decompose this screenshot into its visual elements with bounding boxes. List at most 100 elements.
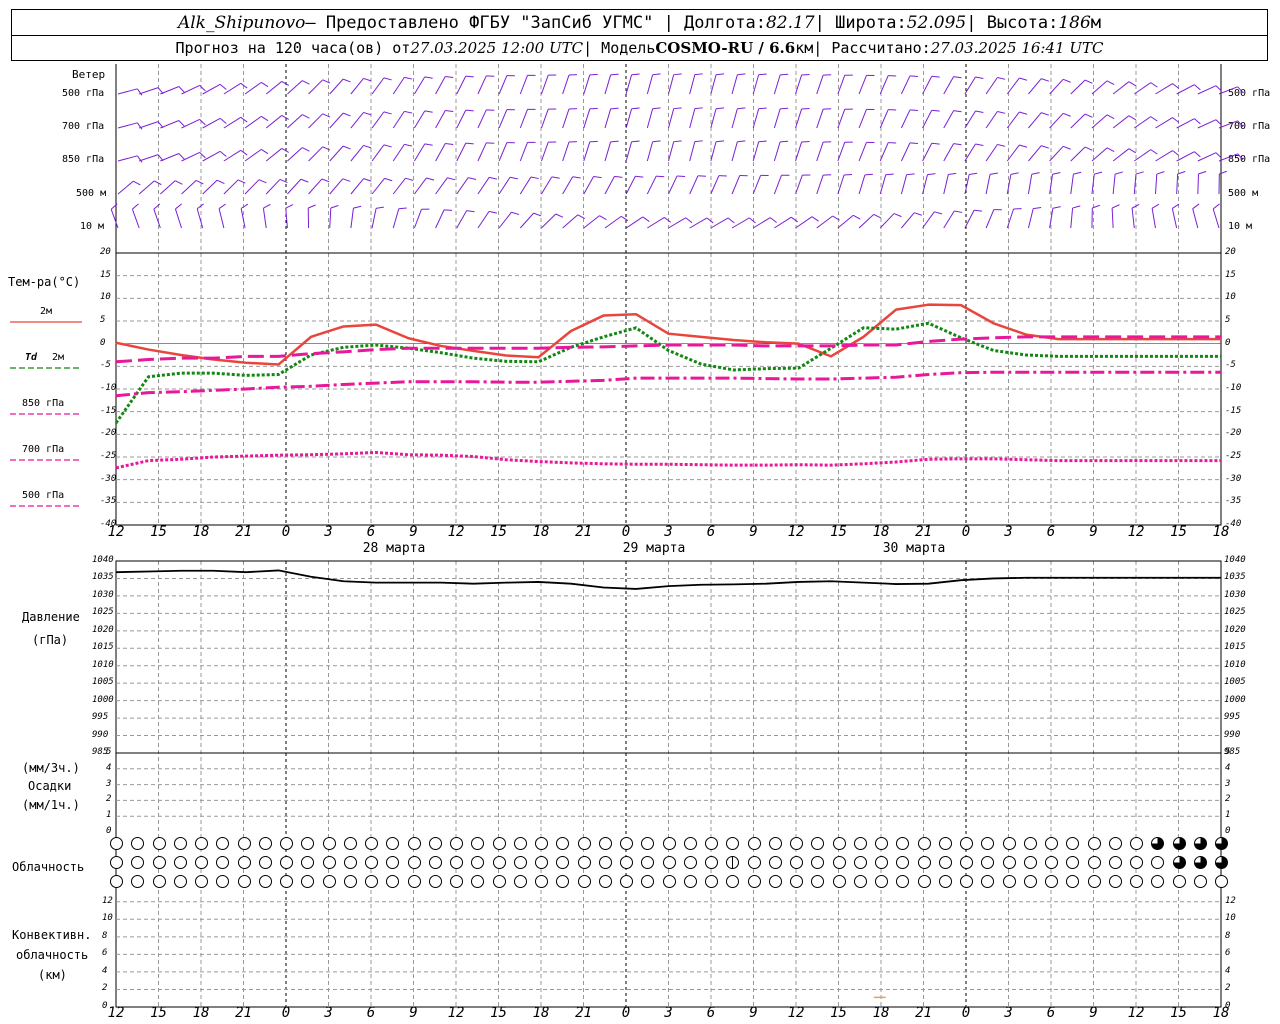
wind-feather-3-24 (635, 175, 644, 178)
cloud-cover-1-32 (790, 856, 803, 869)
wind-barb-3-18 (498, 176, 511, 195)
wind-barb-0-30 (752, 74, 760, 95)
cloud-cover-2-30 (747, 875, 761, 888)
wind-feather-0-3 (199, 85, 206, 92)
cloud-cover-0-26 (662, 837, 676, 850)
wind-barb-0-37 (900, 75, 911, 95)
wind-feather-1-39 (953, 110, 962, 113)
wind-barb-3-5 (223, 179, 239, 195)
wind-feather-0-6 (261, 81, 269, 88)
wind-barb-3-6 (244, 179, 260, 195)
xtick-bottom-6: 6 (366, 1005, 376, 1021)
cloud-cover-2-10 (322, 875, 336, 888)
wind-barb-4-47 (1111, 207, 1114, 229)
wind-feather-0-37 (909, 75, 918, 77)
conv-ytick-right-5: 2 (1225, 983, 1231, 994)
cloud-cover-0-32 (790, 837, 803, 850)
wind-feather-3-49 (1156, 171, 1165, 175)
cloud-cover-2-32 (790, 875, 803, 888)
temp-ytick-right-0: 20 (1225, 247, 1236, 257)
cloud-cover-0-4 (195, 837, 208, 850)
wind-barb-0-10 (329, 78, 344, 95)
wind-feather-2-29 (737, 140, 746, 143)
xtick-mid-24: 12 (1127, 524, 1145, 540)
temp-ytick-left-3: 5 (100, 315, 106, 325)
cloud-cover-2-43 (1023, 875, 1037, 888)
cloud-cover-0-15 (428, 837, 442, 850)
cloud-cover-1-35 (853, 856, 867, 869)
wind-barb-2-21 (562, 141, 570, 162)
wind-feather-3-15 (447, 177, 456, 181)
wind-barb-2-37 (900, 142, 911, 162)
wind-feather-3-19 (530, 176, 539, 180)
wind-barb-2-26 (668, 141, 675, 162)
wind-feather-1-2 (178, 120, 185, 127)
wind-barb-0-16 (456, 75, 467, 95)
pres-ytick-left-7: 1005 (92, 677, 114, 688)
cloud-cover-1-46 (1087, 856, 1101, 869)
cloud-cover-0-10 (322, 837, 336, 850)
wind-barb-0-2 (160, 86, 180, 95)
wind-barb-3-45 (1070, 174, 1074, 195)
wind-barb-1-14 (413, 110, 426, 129)
wind-barb-3-11 (350, 178, 365, 195)
wind-barb-3-25 (646, 175, 657, 195)
wind-feather-1-8 (302, 114, 310, 119)
wind-barb-4-16 (456, 210, 468, 229)
wind-feather-0-10 (342, 78, 351, 83)
pres-ytick-left-1: 1035 (92, 572, 114, 583)
wind-feather-2-41 (997, 144, 1006, 147)
cloud-cover-1-30 (747, 856, 761, 869)
cloud-cover-0-2 (152, 837, 166, 850)
wind-barb-3-23 (604, 176, 615, 195)
wind-feather-3-4 (216, 179, 225, 184)
wind-feather-1-4 (219, 117, 227, 124)
wind-barb-1-50 (1176, 118, 1195, 129)
wind-barb-1-19 (519, 109, 528, 129)
cloud-cover-2-34 (832, 875, 846, 888)
wind-feather-0-27 (694, 73, 703, 76)
wind-feather-3-48 (1135, 171, 1144, 175)
cloud-cover-1-16 (450, 856, 463, 869)
pres-ytick-left-10: 990 (92, 729, 109, 740)
wind-barb-1-15 (435, 110, 446, 129)
wind-feather-1-43 (1041, 112, 1049, 116)
wind-feather-3-10 (342, 178, 351, 182)
wind-feather-1-23 (610, 107, 619, 110)
temp-ytick-left-5: -5 (100, 360, 111, 371)
xtick-bottom-10: 18 (532, 1005, 550, 1021)
wind-feather-4-2 (153, 203, 161, 210)
wind-barb-3-31 (773, 175, 782, 195)
wind-feather-0-48 (1150, 82, 1158, 88)
wind-feather-3-14 (426, 177, 435, 181)
wind-feather-1-45 (1084, 113, 1093, 118)
wind-barb-1-46 (1091, 114, 1108, 129)
wind-feather-2-49 (1172, 150, 1180, 156)
wind-feather-0-22 (589, 73, 598, 76)
wind-barb-1-51 (1197, 119, 1217, 129)
pressure-line (115, 569, 1221, 590)
wind-feather-2-43 (1041, 145, 1049, 149)
wind-barb-2-51 (1197, 152, 1217, 162)
wind-feather-0-2 (178, 86, 185, 93)
wind-barb-3-16 (456, 177, 469, 195)
wind-feather-2-42 (1019, 144, 1028, 148)
wind-barb-1-38 (922, 109, 933, 129)
wind-barb-1-4 (202, 117, 221, 129)
wind-feather-4-7 (263, 203, 271, 209)
wind-barb-0-31 (773, 74, 781, 95)
cloud-cover-0-44 (1045, 837, 1058, 850)
wind-feather-4-49 (1151, 203, 1160, 209)
wind-feather-2-4 (219, 150, 227, 157)
wind-barb-1-24 (625, 108, 633, 129)
temp-ytick-left-8: -20 (100, 428, 117, 439)
wind-feather-4-24 (642, 216, 650, 222)
xtick-mid-26: 18 (1212, 524, 1230, 540)
cloud-cover-1-19 (513, 856, 527, 869)
wind-feather-1-46 (1106, 114, 1115, 119)
pres-ytick-right-10: 990 (1224, 729, 1241, 740)
cloud-cover-0-22 (577, 837, 591, 850)
cloud-cover-1-26 (662, 856, 676, 869)
conv-ytick-right-4: 4 (1225, 965, 1231, 976)
wind-barb-2-40 (964, 143, 976, 162)
